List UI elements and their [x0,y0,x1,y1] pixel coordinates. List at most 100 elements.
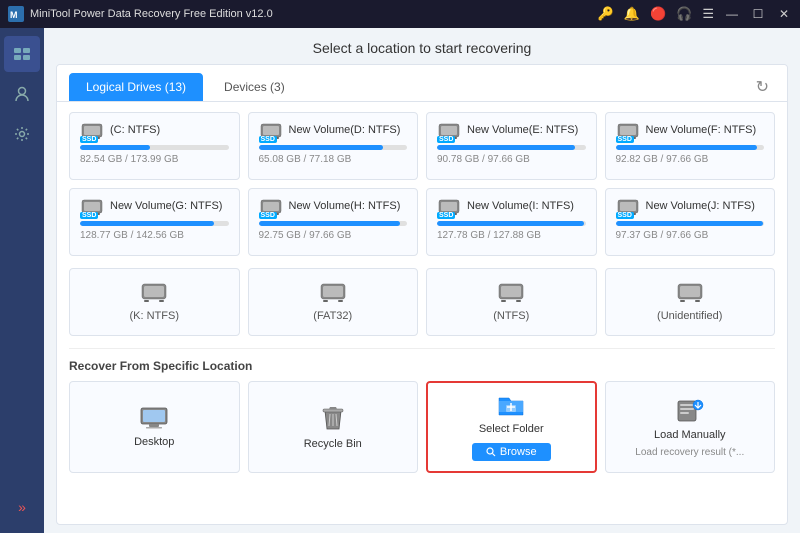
record-icon[interactable]: 🔴 [650,6,666,22]
specific-card-recycle[interactable]: Recycle Bin [248,381,419,473]
drive-label-ntfs: (NTFS) [493,310,529,322]
drive-name-e: New Volume(E: NTFS) [467,124,578,137]
drive-card-c[interactable]: SSD (C: NTFS) 82.54 GB / 173.99 GB [69,112,240,180]
search-icon [486,447,496,457]
minimize-button[interactable]: — [724,6,740,22]
recycle-bin-label: Recycle Bin [304,438,362,450]
title-bar: M MiniTool Power Data Recovery Free Edit… [0,0,800,28]
drive-icon-j: SSD [616,197,640,217]
drive-card-f[interactable]: SSD New Volume(F: NTFS) 92.82 GB / 97.66… [605,112,776,180]
expand-button[interactable]: » [4,489,40,525]
drive-card-g[interactable]: SSD New Volume(G: NTFS) 128.77 GB / 142.… [69,188,240,256]
drive-label-k: (K: NTFS) [130,310,180,322]
drive-name-g: New Volume(G: NTFS) [110,200,222,213]
ssd-badge: SSD [259,136,277,143]
ssd-badge: SSD [437,212,455,219]
load-manually-label: Load Manually [654,429,726,441]
bell-icon[interactable]: 🔔 [624,6,640,22]
ssd-badge: SSD [259,212,277,219]
drives-container[interactable]: SSD (C: NTFS) 82.54 GB / 173.99 GB [57,102,787,524]
tab-logical-drives[interactable]: Logical Drives (13) [69,73,203,101]
drive-size-d: 65.08 GB / 77.18 GB [259,154,408,165]
sidebar: » [0,28,44,533]
drive-progress-f [616,145,765,150]
hdd-icon-fat32 [319,282,347,304]
drive-size-h: 92.75 GB / 97.66 GB [259,230,408,241]
drive-size-j: 97.37 GB / 97.66 GB [616,230,765,241]
headset-icon[interactable]: 🎧 [676,6,692,22]
drive-name-h: New Volume(H: NTFS) [289,200,401,213]
drive-name-i: New Volume(I: NTFS) [467,200,574,213]
drive-progress-i [437,221,586,226]
drive-name-c: (C: NTFS) [110,124,160,137]
drive-label-unidentified: (Unidentified) [657,310,722,322]
main-content: Select a location to start recovering Lo… [44,28,800,533]
tabs-bar: Logical Drives (13) Devices (3) ↻ [57,65,787,102]
browse-button[interactable]: Browse [472,443,551,461]
drive-size-i: 127.78 GB / 127.88 GB [437,230,586,241]
refresh-button[interactable]: ↻ [750,75,775,99]
ssd-badge: SSD [80,212,98,219]
drive-icon-f: SSD [616,121,640,141]
drive-icon-h: SSD [259,197,283,217]
drive-progress-d [259,145,408,150]
load-manually-sub: Load recovery result (*... [635,447,744,458]
drive-name-d: New Volume(D: NTFS) [289,124,401,137]
hdd-icon-k [140,282,168,304]
app-title: MiniTool Power Data Recovery Free Editio… [30,8,598,20]
specific-section-title: Recover From Specific Location [69,359,775,373]
hdd-icon-ntfs [497,282,525,304]
specific-card-load-manually[interactable]: Load Manually Load recovery result (*... [605,381,776,473]
title-bar-controls: 🔑 🔔 🔴 🎧 ☰ — ☐ ✕ [598,6,792,22]
drive-icon-e: SSD [437,121,461,141]
page-title: Select a location to start recovering [44,28,800,64]
drive-size-f: 92.82 GB / 97.66 GB [616,154,765,165]
drive-card-d[interactable]: SSD New Volume(D: NTFS) 65.08 GB / 77.18… [248,112,419,180]
content-area: Logical Drives (13) Devices (3) ↻ [56,64,788,525]
drive-size-g: 128.77 GB / 142.56 GB [80,230,229,241]
recycle-bin-icon [320,404,346,432]
tab-devices[interactable]: Devices (3) [207,73,302,101]
drive-progress-h [259,221,408,226]
drive-card-e[interactable]: SSD New Volume(E: NTFS) 90.78 GB / 97.66… [426,112,597,180]
drive-size-c: 82.54 GB / 173.99 GB [80,154,229,165]
svg-text:M: M [10,10,18,20]
load-manually-icon [676,397,704,423]
menu-icon[interactable]: ☰ [702,6,714,22]
specific-grid: Desktop Recycl [69,381,775,473]
drive-card-unidentified[interactable]: (Unidentified) [605,268,776,336]
drive-label-fat32: (FAT32) [313,310,352,322]
drive-icon-g: SSD [80,197,104,217]
specific-card-desktop[interactable]: Desktop [69,381,240,473]
drive-card-j[interactable]: SSD New Volume(J: NTFS) 97.37 GB / 97.66… [605,188,776,256]
hdd-icon-unidentified [676,282,704,304]
drive-card-fat32[interactable]: (FAT32) [248,268,419,336]
sidebar-item-recovery[interactable] [4,36,40,72]
sidebar-item-settings[interactable] [4,116,40,152]
maximize-button[interactable]: ☐ [750,6,766,22]
drive-card-h[interactable]: SSD New Volume(H: NTFS) 92.75 GB / 97.66… [248,188,419,256]
folder-icon [497,393,525,417]
drives-grid: SSD (C: NTFS) 82.54 GB / 173.99 GB [69,112,775,256]
drive-size-e: 90.78 GB / 97.66 GB [437,154,586,165]
specific-card-select-folder[interactable]: Select Folder Browse [426,381,597,473]
desktop-label: Desktop [134,436,174,448]
drive-progress-j [616,221,765,226]
drive-icon-c: SSD [80,121,104,141]
drive-progress-c [80,145,229,150]
drive-card-ntfs[interactable]: (NTFS) [426,268,597,336]
app-logo: M [8,6,24,22]
key-icon[interactable]: 🔑 [598,6,614,22]
drive-icon-i: SSD [437,197,461,217]
drive-icon-d: SSD [259,121,283,141]
sidebar-item-grid[interactable] [4,76,40,112]
drive-card-k[interactable]: (K: NTFS) [69,268,240,336]
ssd-badge: SSD [616,136,634,143]
app-body: » Select a location to start recovering … [0,28,800,533]
ssd-badge: SSD [80,136,98,143]
drive-progress-e [437,145,586,150]
specific-section: Recover From Specific Location Desktop [69,348,775,473]
close-button[interactable]: ✕ [776,6,792,22]
ssd-badge: SSD [616,212,634,219]
drive-card-i[interactable]: SSD New Volume(I: NTFS) 127.78 GB / 127.… [426,188,597,256]
